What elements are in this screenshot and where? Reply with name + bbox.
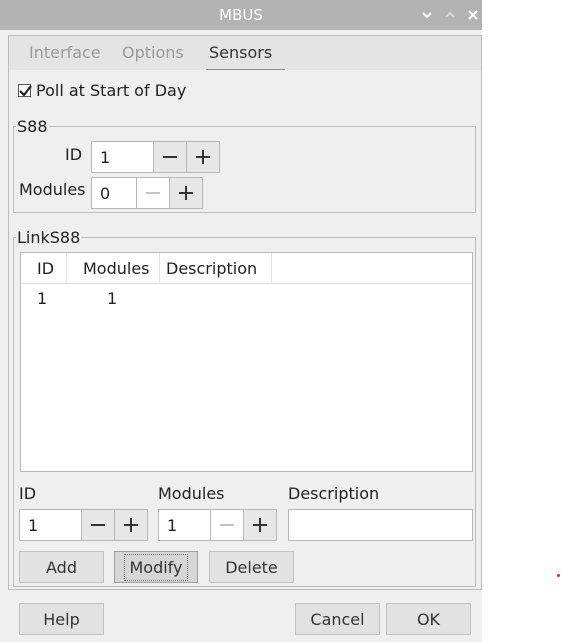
links88-id-label: ID: [19, 484, 37, 503]
minus-icon: [91, 524, 105, 526]
row-modules-cell: 1: [107, 289, 118, 308]
chevron-up-icon: [445, 11, 455, 18]
checkmark-icon: [19, 85, 32, 97]
row-id-cell: 1: [37, 289, 48, 308]
title-bar[interactable]: MBUS: [0, 0, 482, 30]
s88-modules-label: Modules: [19, 180, 86, 199]
s88-group-title: S88: [16, 117, 49, 136]
links88-table[interactable]: ID Modules Description 1 1: [20, 252, 473, 472]
column-header-id[interactable]: ID: [21, 253, 67, 283]
links88-modules-decrement-button[interactable]: [210, 510, 243, 540]
s88-modules-value[interactable]: 0: [92, 178, 136, 208]
chevron-down-icon: [422, 12, 432, 19]
window-title: MBUS: [219, 6, 263, 24]
s88-group: [13, 126, 476, 213]
modify-button[interactable]: Modify: [114, 551, 198, 583]
s88-modules-decrement-button[interactable]: [136, 178, 169, 208]
add-button[interactable]: Add: [19, 551, 104, 583]
close-icon: [468, 10, 478, 20]
links88-group-title: LinkS88: [16, 228, 82, 247]
links88-modules-label: Modules: [158, 484, 225, 503]
s88-id-label: ID: [65, 145, 83, 164]
links88-id-decrement-button[interactable]: [81, 510, 114, 540]
column-header-modules[interactable]: Modules: [67, 253, 160, 283]
close-button[interactable]: [463, 4, 483, 26]
poll-checkbox-row[interactable]: Poll at Start of Day: [18, 81, 186, 100]
poll-checkbox-label: Poll at Start of Day: [36, 81, 187, 100]
links88-modules-increment-button[interactable]: [243, 510, 276, 540]
s88-id-decrement-button[interactable]: [153, 142, 186, 172]
minus-icon: [146, 192, 160, 194]
delete-button[interactable]: Delete: [209, 551, 294, 583]
column-header-description[interactable]: Description: [160, 253, 272, 283]
links88-description-label: Description: [288, 484, 380, 503]
red-dot-marker: [557, 574, 560, 577]
tab-interface[interactable]: Interface: [29, 43, 101, 62]
poll-checkbox[interactable]: [18, 84, 32, 97]
minus-icon: [163, 156, 177, 158]
plus-icon: [253, 518, 267, 532]
links88-modules-spinbox[interactable]: 1: [158, 509, 277, 541]
modify-button-label: Modify: [124, 553, 188, 581]
minus-icon: [220, 524, 234, 526]
links88-id-spinbox[interactable]: 1: [19, 509, 148, 541]
table-header: ID Modules Description: [21, 253, 472, 284]
tab-bar: Interface Options Sensors: [8, 35, 482, 72]
links88-modules-value[interactable]: 1: [159, 510, 210, 540]
tab-sensors[interactable]: Sensors: [209, 43, 272, 62]
plus-icon: [196, 150, 210, 164]
minimize-button[interactable]: [417, 4, 437, 26]
links88-id-value[interactable]: 1: [20, 510, 81, 540]
links88-description-input[interactable]: [288, 509, 473, 541]
plus-icon: [124, 518, 138, 532]
ok-button[interactable]: OK: [386, 603, 471, 635]
maximize-button[interactable]: [440, 4, 460, 26]
s88-modules-increment-button[interactable]: [169, 178, 202, 208]
plus-icon: [179, 186, 193, 200]
links88-id-increment-button[interactable]: [114, 510, 147, 540]
s88-id-increment-button[interactable]: [186, 142, 219, 172]
help-button[interactable]: Help: [19, 603, 104, 635]
s88-id-spinbox[interactable]: 1: [91, 141, 220, 173]
cancel-button[interactable]: Cancel: [295, 603, 380, 635]
s88-id-value[interactable]: 1: [92, 142, 153, 172]
mbus-dialog: MBUS Interface Options Sensors Poll at S…: [0, 0, 482, 642]
tab-options[interactable]: Options: [122, 43, 184, 62]
s88-modules-spinbox[interactable]: 0: [91, 177, 203, 209]
